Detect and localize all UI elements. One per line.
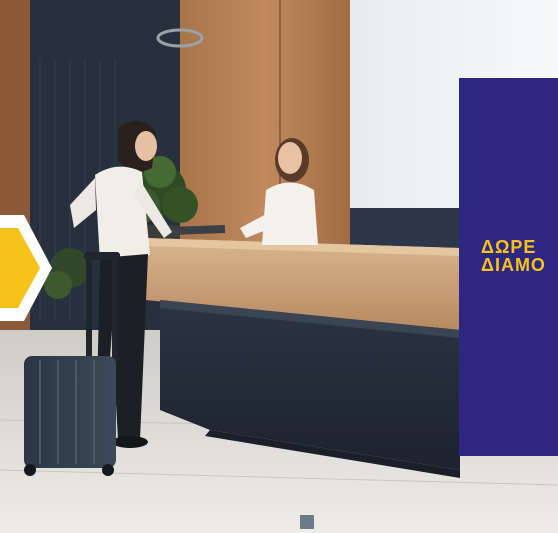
promo-line-2: ΔΙΑΜΟ bbox=[481, 255, 546, 275]
hotel-reception-photo: ΔΩΡΕ ΔΙΑΜΟ bbox=[0, 0, 558, 533]
promo-panel: ΔΩΡΕ ΔΙΑΜΟ bbox=[459, 78, 558, 456]
floor-object bbox=[300, 515, 314, 529]
promo-headline: ΔΩΡΕ ΔΙΑΜΟ bbox=[481, 238, 546, 274]
promo-line-1: ΔΩΡΕ bbox=[481, 237, 537, 257]
